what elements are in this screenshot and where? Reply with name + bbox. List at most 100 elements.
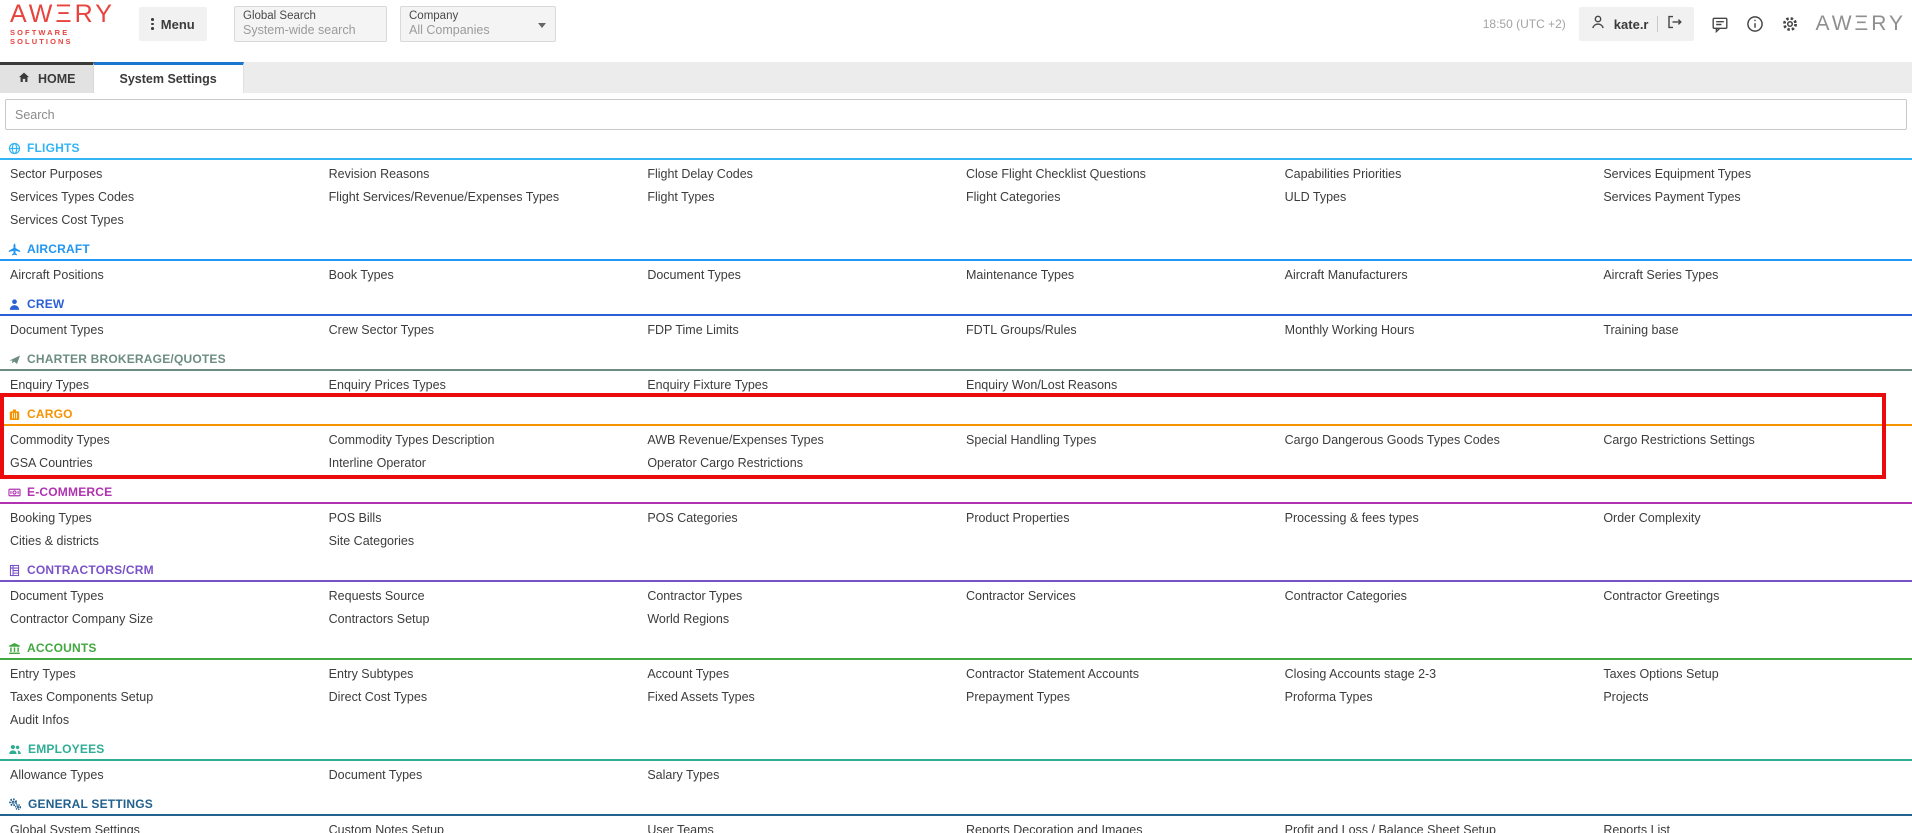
- settings-link[interactable]: Flight Types: [637, 185, 956, 208]
- settings-link[interactable]: Revision Reasons: [319, 162, 638, 185]
- info-icon[interactable]: [1746, 15, 1764, 33]
- settings-link[interactable]: Processing & fees types: [1275, 506, 1594, 529]
- settings-link[interactable]: Close Flight Checklist Questions: [956, 162, 1275, 185]
- settings-link[interactable]: Services Types Codes: [0, 185, 319, 208]
- settings-link[interactable]: Crew Sector Types: [319, 318, 638, 341]
- settings-link[interactable]: Contractor Services: [956, 584, 1275, 607]
- settings-link[interactable]: POS Categories: [637, 506, 956, 529]
- tab-system-settings[interactable]: System Settings: [94, 62, 244, 93]
- settings-link[interactable]: Booking Types: [0, 506, 319, 529]
- settings-link[interactable]: Projects: [1593, 685, 1912, 708]
- menu-button[interactable]: Menu: [139, 7, 207, 41]
- settings-link[interactable]: Services Equipment Types: [1593, 162, 1912, 185]
- settings-link[interactable]: Capabilities Priorities: [1275, 162, 1594, 185]
- global-search-input[interactable]: Global Search System-wide search: [234, 6, 387, 42]
- settings-link[interactable]: Sector Purposes: [0, 162, 319, 185]
- section-links-crew: Document TypesCrew Sector TypesFDP Time …: [0, 316, 1912, 341]
- settings-link[interactable]: Contractors Setup: [319, 607, 638, 630]
- settings-link[interactable]: Cities & districts: [0, 529, 319, 552]
- settings-link[interactable]: Commodity Types: [0, 428, 319, 451]
- settings-link[interactable]: Global System Settings: [0, 818, 319, 833]
- settings-link[interactable]: Flight Categories: [956, 185, 1275, 208]
- settings-link[interactable]: Operator Cargo Restrictions: [637, 451, 956, 474]
- ledger-icon: [8, 564, 21, 577]
- settings-link[interactable]: GSA Countries: [0, 451, 319, 474]
- settings-link[interactable]: Aircraft Series Types: [1593, 263, 1912, 286]
- settings-link[interactable]: Contractor Statement Accounts: [956, 662, 1275, 685]
- settings-link[interactable]: AWB Revenue/Expenses Types: [637, 428, 956, 451]
- section-crew: CREWDocument TypesCrew Sector TypesFDP T…: [0, 294, 1912, 341]
- settings-link[interactable]: User Teams: [637, 818, 956, 833]
- settings-link[interactable]: Prepayment Types: [956, 685, 1275, 708]
- settings-link[interactable]: Training base: [1593, 318, 1912, 341]
- settings-link[interactable]: Aircraft Positions: [0, 263, 319, 286]
- settings-link[interactable]: Contractor Types: [637, 584, 956, 607]
- settings-link[interactable]: World Regions: [637, 607, 956, 630]
- settings-link[interactable]: Enquiry Prices Types: [319, 373, 638, 396]
- settings-link[interactable]: Cargo Restrictions Settings: [1593, 428, 1912, 451]
- settings-link[interactable]: Entry Subtypes: [319, 662, 638, 685]
- settings-link[interactable]: Taxes Components Setup: [0, 685, 319, 708]
- settings-link[interactable]: POS Bills: [319, 506, 638, 529]
- settings-link[interactable]: Reports List: [1593, 818, 1912, 833]
- settings-link[interactable]: Services Cost Types: [0, 208, 319, 231]
- settings-link[interactable]: FDTL Groups/Rules: [956, 318, 1275, 341]
- section-header-aircraft: AIRCRAFT: [0, 239, 1912, 261]
- settings-link[interactable]: Maintenance Types: [956, 263, 1275, 286]
- settings-link[interactable]: Enquiry Fixture Types: [637, 373, 956, 396]
- settings-link[interactable]: Flight Delay Codes: [637, 162, 956, 185]
- settings-link[interactable]: Monthly Working Hours: [1275, 318, 1594, 341]
- settings-link[interactable]: Special Handling Types: [956, 428, 1275, 451]
- settings-link[interactable]: ULD Types: [1275, 185, 1594, 208]
- settings-link[interactable]: Account Types: [637, 662, 956, 685]
- feedback-chat-icon[interactable]: [1711, 16, 1729, 33]
- settings-link[interactable]: Salary Types: [637, 763, 956, 786]
- section-title: CARGO: [27, 407, 73, 421]
- settings-link[interactable]: Order Complexity: [1593, 506, 1912, 529]
- tab-home[interactable]: HOME: [0, 62, 94, 93]
- settings-link[interactable]: Allowance Types: [0, 763, 319, 786]
- settings-link[interactable]: Closing Accounts stage 2-3: [1275, 662, 1594, 685]
- top-bar: AWΞRY SOFTWARE SOLUTIONS Menu Global Sea…: [0, 0, 1912, 48]
- settings-link[interactable]: Direct Cost Types: [319, 685, 638, 708]
- settings-link[interactable]: Flight Services/Revenue/Expenses Types: [319, 185, 638, 208]
- settings-link[interactable]: Profit and Loss / Balance Sheet Setup: [1275, 818, 1594, 833]
- settings-link[interactable]: Contractor Company Size: [0, 607, 319, 630]
- settings-link[interactable]: Enquiry Won/Lost Reasons: [956, 373, 1275, 396]
- settings-link[interactable]: Reports Decoration and Images: [956, 818, 1275, 833]
- settings-link[interactable]: Requests Source: [319, 584, 638, 607]
- settings-link[interactable]: Taxes Options Setup: [1593, 662, 1912, 685]
- company-select[interactable]: Company All Companies: [400, 6, 556, 42]
- settings-link[interactable]: Commodity Types Description: [319, 428, 638, 451]
- settings-link[interactable]: Product Properties: [956, 506, 1275, 529]
- tab-bar: HOME System Settings: [0, 62, 1912, 93]
- settings-link[interactable]: Document Types: [0, 318, 319, 341]
- settings-link[interactable]: Custom Notes Setup: [319, 818, 638, 833]
- settings-link[interactable]: Services Payment Types: [1593, 185, 1912, 208]
- settings-link[interactable]: Proforma Types: [1275, 685, 1594, 708]
- settings-link[interactable]: Site Categories: [319, 529, 638, 552]
- settings-link[interactable]: Entry Types: [0, 662, 319, 685]
- settings-link[interactable]: FDP Time Limits: [637, 318, 956, 341]
- settings-link[interactable]: Contractor Categories: [1275, 584, 1594, 607]
- logout-icon[interactable]: [1666, 14, 1683, 35]
- settings-link[interactable]: Aircraft Manufacturers: [1275, 263, 1594, 286]
- settings-link[interactable]: Enquiry Types: [0, 373, 319, 396]
- user-menu[interactable]: kate.r: [1579, 7, 1694, 41]
- settings-link[interactable]: Document Types: [0, 584, 319, 607]
- settings-link[interactable]: Document Types: [637, 263, 956, 286]
- tab-system-settings-label: System Settings: [120, 72, 217, 86]
- settings-link[interactable]: Cargo Dangerous Goods Types Codes: [1275, 428, 1594, 451]
- gear-icon[interactable]: [1781, 15, 1799, 33]
- handshake-icon: [8, 353, 21, 366]
- settings-link[interactable]: Interline Operator: [319, 451, 638, 474]
- settings-link[interactable]: Contractor Greetings: [1593, 584, 1912, 607]
- section-aircraft: AIRCRAFTAircraft PositionsBook TypesDocu…: [0, 239, 1912, 286]
- section-header-ecommerce: E-COMMERCE: [0, 482, 1912, 504]
- settings-link[interactable]: Book Types: [319, 263, 638, 286]
- section-header-crew: CREW: [0, 294, 1912, 316]
- search-input[interactable]: [5, 99, 1907, 130]
- settings-link[interactable]: Fixed Assets Types: [637, 685, 956, 708]
- settings-link[interactable]: Document Types: [319, 763, 638, 786]
- settings-link[interactable]: Audit Infos: [0, 708, 319, 731]
